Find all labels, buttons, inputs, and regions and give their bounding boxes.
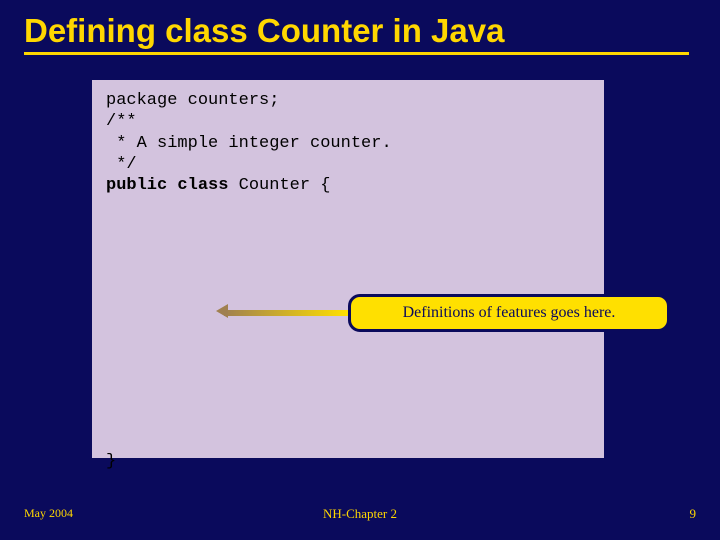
callout-arrow-line bbox=[224, 310, 348, 316]
code-line: Counter { bbox=[228, 176, 330, 195]
slide-title: Defining class Counter in Java bbox=[0, 0, 720, 52]
code-panel: package counters; /** * A simple integer… bbox=[92, 80, 604, 458]
code-line: /** bbox=[106, 112, 137, 131]
code-keyword: public bbox=[106, 176, 167, 195]
footer-chapter: NH-Chapter 2 bbox=[0, 506, 720, 522]
title-underline bbox=[24, 52, 689, 55]
code-line: } bbox=[106, 452, 116, 471]
callout-text: Definitions of features goes here. bbox=[403, 304, 616, 322]
footer-page-number: 9 bbox=[690, 506, 697, 522]
code-block: package counters; /** * A simple integer… bbox=[106, 90, 590, 473]
code-line: */ bbox=[106, 155, 137, 174]
code-line: package counters; bbox=[106, 91, 279, 110]
callout-box: Definitions of features goes here. bbox=[348, 294, 670, 332]
code-line: * A simple integer counter. bbox=[106, 134, 392, 153]
code-keyword: class bbox=[177, 176, 228, 195]
callout-arrow-head-icon bbox=[216, 304, 228, 318]
slide-footer: May 2004 NH-Chapter 2 9 bbox=[0, 506, 720, 526]
